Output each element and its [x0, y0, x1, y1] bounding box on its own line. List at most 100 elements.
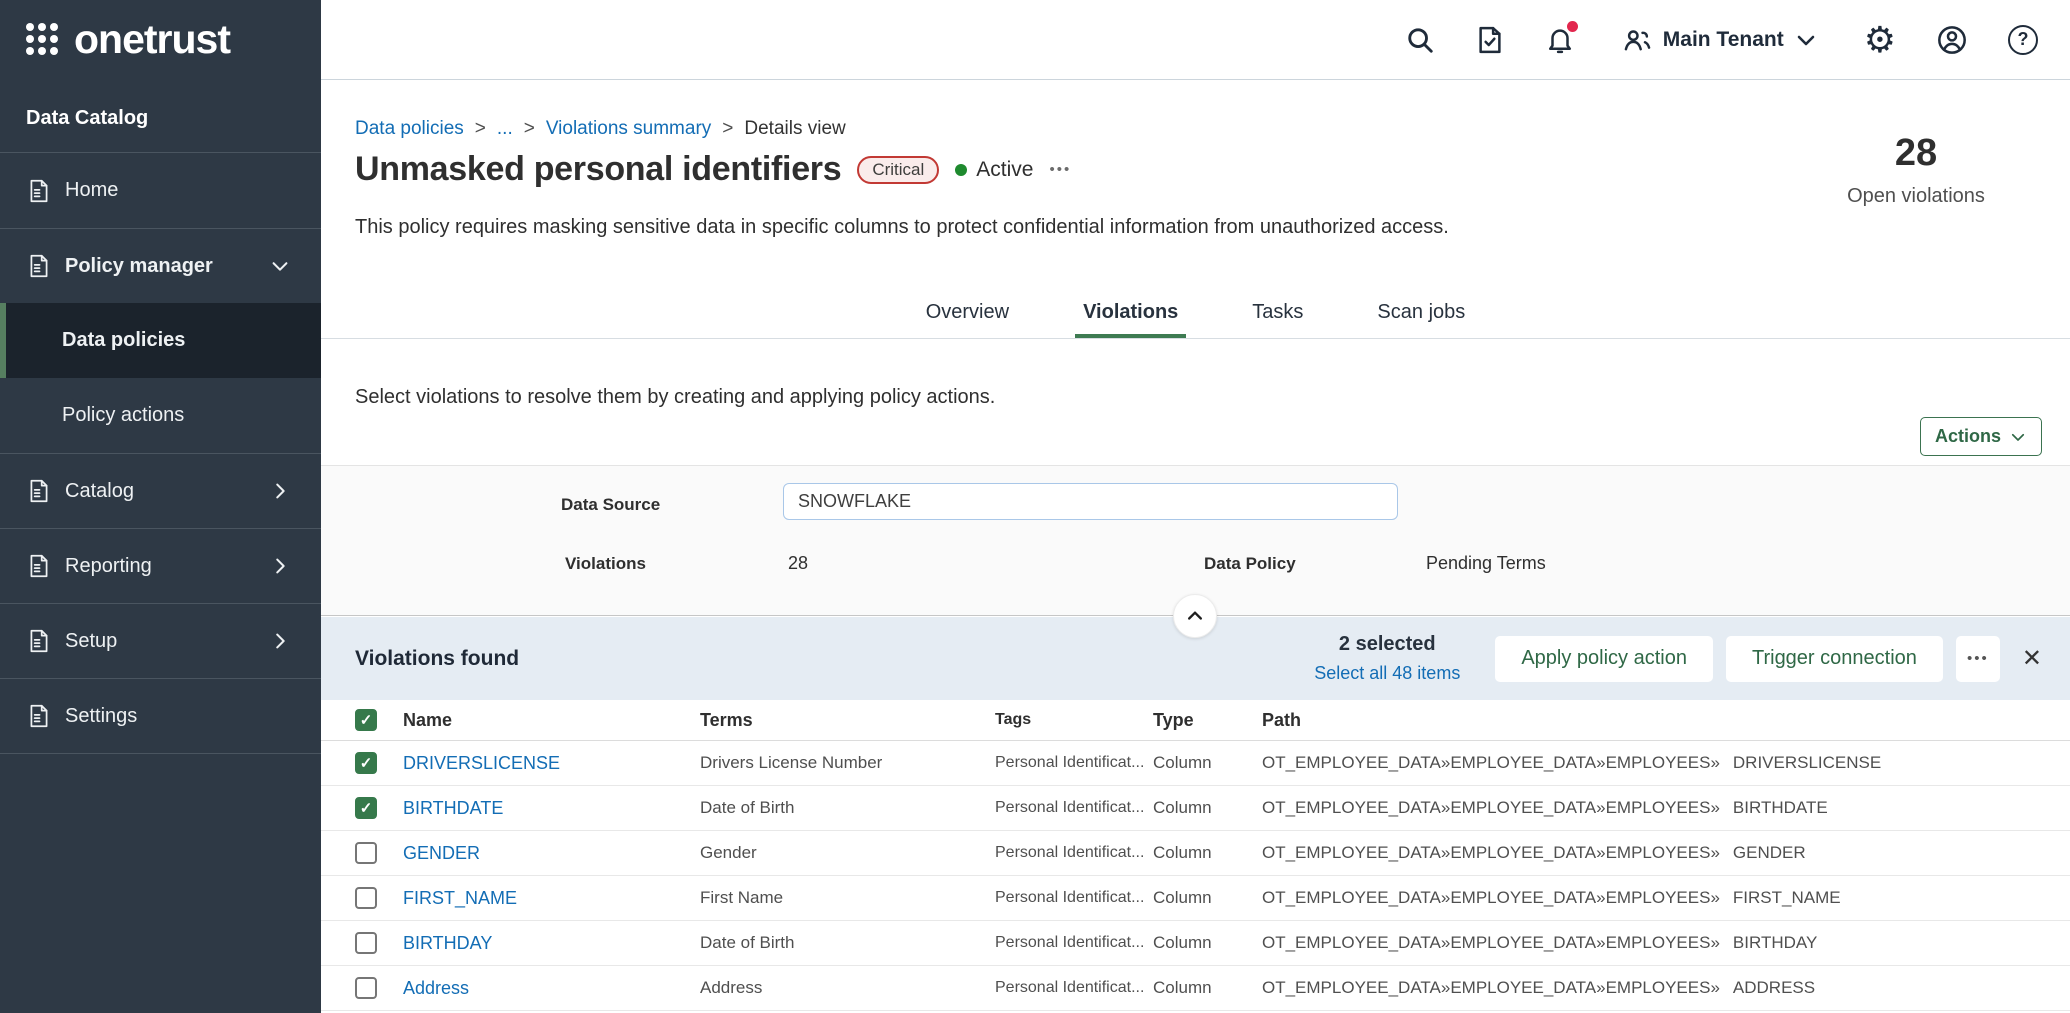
apply-policy-action-button[interactable]: Apply policy action [1495, 636, 1713, 682]
document-check-icon[interactable] [1475, 25, 1505, 55]
violation-path-leaf: BIRTHDAY [1733, 933, 1817, 952]
row-checkbox[interactable] [355, 932, 377, 954]
violation-path: OT_EMPLOYEE_DATA»EMPLOYEE_DATA»EMPLOYEES… [1262, 843, 2070, 863]
search-icon[interactable] [1405, 25, 1435, 55]
column-header-name: Name [403, 710, 700, 731]
people-icon [1621, 25, 1653, 55]
row-checkbox[interactable] [355, 752, 377, 774]
sidebar-item-settings[interactable]: Settings [0, 678, 321, 753]
select-all-link[interactable]: Select all 48 items [1314, 663, 1460, 684]
actions-button-label: Actions [1935, 426, 2001, 447]
gear-icon[interactable]: ⚙ [1864, 22, 1896, 58]
breadcrumb-ellipsis[interactable]: ... [497, 118, 513, 140]
sidebar-item-policy-actions[interactable]: Policy actions [0, 378, 321, 453]
violation-path-leaf: BIRTHDATE [1733, 798, 1828, 817]
violation-path-prefix: OT_EMPLOYEE_DATA»EMPLOYEE_DATA»EMPLOYEES… [1262, 933, 1720, 952]
breadcrumb-separator [524, 118, 535, 140]
panel-more-menu-icon[interactable]: ••• [1956, 636, 2000, 682]
tab-scan-jobs[interactable]: Scan jobs [1369, 286, 1473, 338]
violation-terms: Address [700, 978, 995, 998]
violation-path-prefix: OT_EMPLOYEE_DATA»EMPLOYEE_DATA»EMPLOYEES… [1262, 888, 1720, 907]
open-violations-label: Open violations [1806, 185, 2026, 208]
selected-count: 2 selected [1314, 633, 1460, 656]
breadcrumb: Data policies ... Violations summary Det… [355, 118, 846, 140]
help-icon[interactable]: ? [2008, 25, 2038, 55]
violation-path-leaf: ADDRESS [1733, 978, 1815, 997]
violation-name-link[interactable]: BIRTHDAY [403, 933, 492, 953]
document-icon [26, 703, 52, 729]
column-header-path: Path [1262, 710, 2070, 731]
select-all-checkbox[interactable] [355, 709, 377, 731]
sidebar: onetrust Data Catalog Home Policy manage… [0, 0, 321, 1013]
data-source-label: Data Source [561, 495, 660, 515]
logo-wordmark: onetrust [74, 16, 230, 63]
sidebar-item-label: Policy actions [62, 404, 184, 427]
violation-name-link[interactable]: GENDER [403, 843, 480, 863]
policy-description: This policy requires masking sensitive d… [355, 216, 1449, 239]
violation-name-link[interactable]: FIRST_NAME [403, 888, 517, 908]
close-icon[interactable]: ✕ [2022, 647, 2042, 671]
sidebar-item-label: Settings [65, 705, 137, 728]
tenant-switcher[interactable]: Main Tenant [1621, 25, 1818, 55]
app-window: onetrust Data Catalog Home Policy manage… [0, 0, 2070, 1013]
violation-tags: Personal Identificat... [995, 934, 1153, 952]
sidebar-item-home[interactable]: Home [0, 153, 321, 228]
sidebar-item-setup[interactable]: Setup [0, 603, 321, 678]
open-violations-count: 28 [1806, 132, 2026, 175]
sidebar-item-reporting[interactable]: Reporting [0, 528, 321, 603]
row-checkbox[interactable] [355, 797, 377, 819]
row-checkbox[interactable] [355, 887, 377, 909]
account-icon[interactable] [1936, 24, 1968, 56]
status-badge: Active [955, 158, 1033, 182]
breadcrumb-data-policies[interactable]: Data policies [355, 118, 464, 140]
topbar: Main Tenant ⚙ ? [321, 0, 2070, 80]
page-title: Unmasked personal identifiers [355, 150, 841, 189]
tab-tasks[interactable]: Tasks [1244, 286, 1311, 338]
table-row: DRIVERSLICENSE Drivers License Number Pe… [321, 741, 2070, 786]
logo[interactable]: onetrust [0, 0, 321, 79]
violation-name-link[interactable]: BIRTHDATE [403, 798, 503, 818]
violation-path-prefix: OT_EMPLOYEE_DATA»EMPLOYEE_DATA»EMPLOYEES… [1262, 753, 1720, 772]
violation-name-link[interactable]: DRIVERSLICENSE [403, 753, 560, 773]
sidebar-item-data-policies[interactable]: Data policies [0, 303, 321, 378]
table-header-row: Name Terms Tags Type Path [321, 700, 2070, 741]
violation-type: Column [1153, 753, 1262, 773]
data-policy-value: Pending Terms [1426, 553, 1546, 574]
violation-type: Column [1153, 978, 1262, 998]
document-icon [26, 178, 52, 204]
sidebar-divider [0, 753, 321, 754]
column-header-tags: Tags [995, 711, 1153, 729]
collapse-section-button[interactable] [1173, 594, 1217, 638]
violation-path-prefix: OT_EMPLOYEE_DATA»EMPLOYEE_DATA»EMPLOYEES… [1262, 978, 1720, 997]
breadcrumb-violations-summary[interactable]: Violations summary [546, 118, 711, 140]
sidebar-item-label: Data policies [62, 329, 185, 352]
trigger-connection-button[interactable]: Trigger connection [1726, 636, 1943, 682]
row-checkbox[interactable] [355, 842, 377, 864]
violation-type: Column [1153, 933, 1262, 953]
main-content: Data policies ... Violations summary Det… [321, 80, 2070, 1013]
violation-tags: Personal Identificat... [995, 799, 1153, 817]
actions-button[interactable]: Actions [1920, 417, 2042, 456]
sidebar-item-catalog[interactable]: Catalog [0, 453, 321, 528]
table-row: GENDER Gender Personal Identificat... Co… [321, 831, 2070, 876]
data-source-input[interactable] [783, 483, 1398, 520]
row-checkbox[interactable] [355, 977, 377, 999]
sidebar-item-label: Policy manager [65, 255, 213, 278]
table-row: BIRTHDAY Date of Birth Personal Identifi… [321, 921, 2070, 966]
sidebar-item-policy-manager[interactable]: Policy manager [0, 228, 321, 303]
violation-type: Column [1153, 798, 1262, 818]
chevron-down-icon [269, 255, 291, 277]
tenant-label: Main Tenant [1663, 28, 1784, 52]
violation-terms: Gender [700, 843, 995, 863]
notifications-bell-icon[interactable] [1545, 25, 1575, 55]
tab-violations[interactable]: Violations [1075, 286, 1186, 338]
breadcrumb-separator [722, 118, 733, 140]
tab-overview[interactable]: Overview [918, 286, 1017, 338]
data-policy-label: Data Policy [1204, 554, 1296, 574]
title-more-menu-icon[interactable]: ••• [1049, 161, 1071, 178]
violation-path: OT_EMPLOYEE_DATA»EMPLOYEE_DATA»EMPLOYEES… [1262, 888, 2070, 908]
violations-table-body: DRIVERSLICENSE Drivers License Number Pe… [321, 741, 2070, 1011]
violation-name-link[interactable]: Address [403, 978, 469, 998]
chevron-right-icon [269, 480, 291, 502]
column-header-terms: Terms [700, 710, 995, 731]
